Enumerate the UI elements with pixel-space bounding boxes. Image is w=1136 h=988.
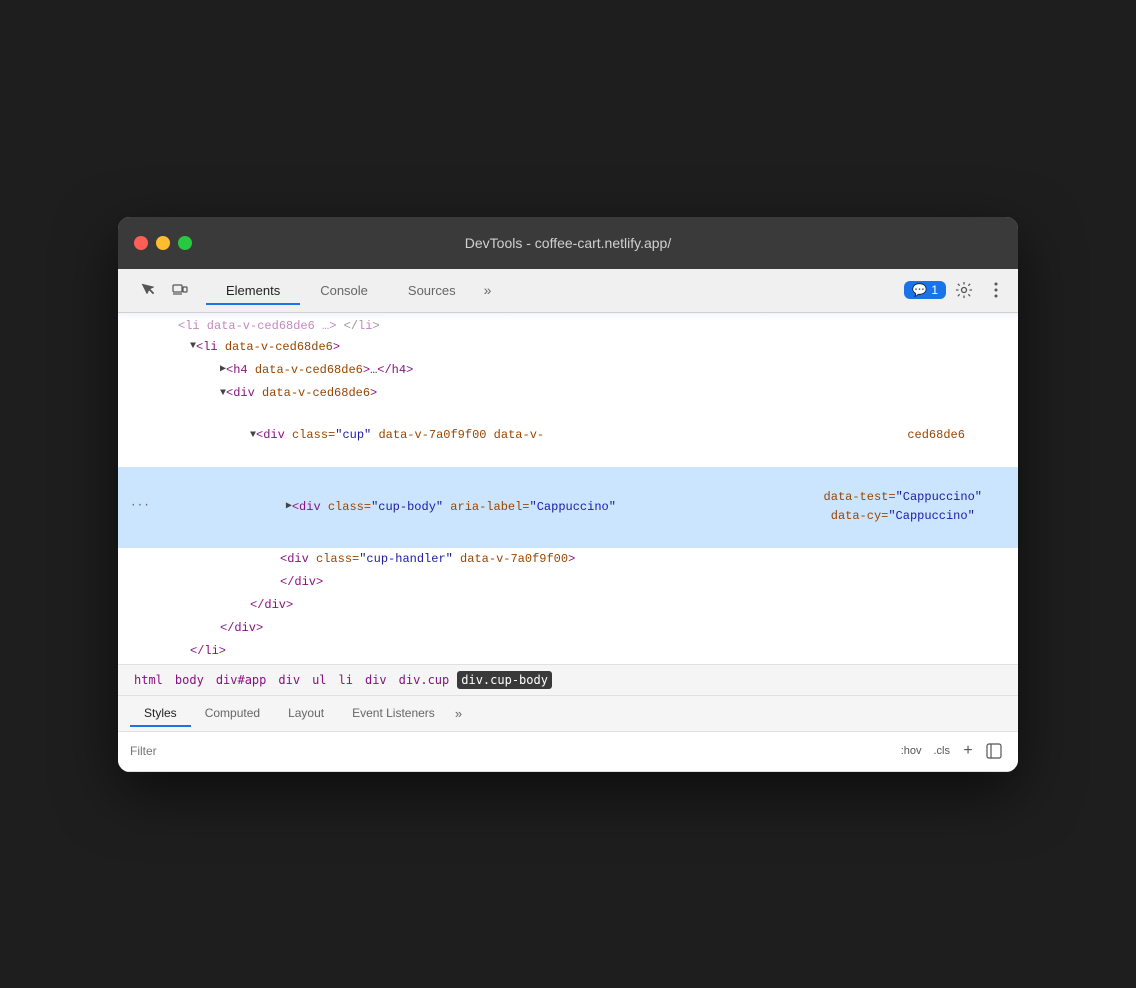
filter-input[interactable] [130,744,889,758]
html-line-div-cup[interactable]: ▼ <div class="cup" data-v-7a0f9f00 data-… [118,405,1018,467]
dots-indicator: ··· [130,498,150,516]
add-style-button[interactable]: + [958,741,978,761]
breadcrumb-div-app[interactable]: div#app [212,671,271,689]
tab-layout[interactable]: Layout [274,700,338,726]
tab-console[interactable]: Console [300,277,388,304]
cls-button[interactable]: .cls [930,743,955,759]
close-button[interactable] [134,236,148,250]
inspect-icon[interactable] [134,276,162,304]
breadcrumb-div-cup[interactable]: div.cup [395,671,454,689]
hov-button[interactable]: :hov [897,743,926,759]
devtools-window: DevTools - coffee-cart.netlify.app/ Elem… [118,217,1018,772]
html-line-div1[interactable]: ▼ <div data-v-ced68de6 > [118,382,1018,405]
tab-elements[interactable]: Elements [206,277,300,304]
tabs-more[interactable]: » [476,278,500,302]
window-title: DevTools - coffee-cart.netlify.app/ [465,235,671,251]
breadcrumb-div-cup-body[interactable]: div.cup-body [457,671,552,689]
html-line-h4[interactable]: ▶ <h4 data-v-ced68de6 > … </h4> [118,359,1018,382]
html-line-li[interactable]: ▼ <li data-v-ced68de6 > [118,336,1018,359]
styles-tabs: Styles Computed Layout Event Listeners » [118,696,1018,732]
titlebar: DevTools - coffee-cart.netlify.app/ [118,217,1018,269]
notification-count: 1 [931,283,938,297]
notification-icon: 💬 [912,283,927,297]
traffic-lights [134,236,192,250]
breadcrumb-li[interactable]: li [335,671,357,689]
tab-bar: Elements Console Sources » 💬 1 [118,269,1018,313]
tab-sources[interactable]: Sources [388,277,476,304]
tab-event-listeners[interactable]: Event Listeners [338,700,449,726]
breadcrumb-div1[interactable]: div [274,671,304,689]
device-icon[interactable] [166,276,194,304]
html-line-close-div3[interactable]: </div> [118,617,1018,640]
panel-icon-button[interactable] [982,739,1006,763]
maximize-button[interactable] [178,236,192,250]
elements-panel: <li data-v-ced68de6 …> </li> ▼ <li data-… [118,313,1018,664]
breadcrumb-html[interactable]: html [130,671,167,689]
html-line-cup-handler[interactable]: <div class="cup-handler" data-v-7a0f9f00… [118,548,1018,571]
html-line-close-li[interactable]: </li> [118,640,1018,663]
html-line-close-div2[interactable]: </div> [118,594,1018,617]
breadcrumb-ul[interactable]: ul [308,671,330,689]
tabbar-right: 💬 1 [904,276,1010,304]
filter-right: :hov .cls + [897,739,1006,763]
html-line-top[interactable]: <li data-v-ced68de6 …> </li> [118,313,1018,336]
breadcrumb-bar: html body div#app div ul li div div.cup … [118,664,1018,696]
style-tabs-more[interactable]: » [449,702,468,725]
toolbar-icons [126,276,202,304]
minimize-button[interactable] [156,236,170,250]
more-options-icon[interactable] [982,276,1010,304]
settings-icon[interactable] [950,276,978,304]
filter-bar: :hov .cls + [118,732,1018,772]
tab-computed[interactable]: Computed [191,700,274,726]
notification-badge[interactable]: 💬 1 [904,281,946,299]
html-line-close-div1[interactable]: </div> [118,571,1018,594]
breadcrumb-div2[interactable]: div [361,671,391,689]
html-line-cup-body[interactable]: ··· ▶ <div class="cup-body" aria-label="… [118,467,1018,548]
breadcrumb-body[interactable]: body [171,671,208,689]
tab-styles[interactable]: Styles [130,700,191,726]
